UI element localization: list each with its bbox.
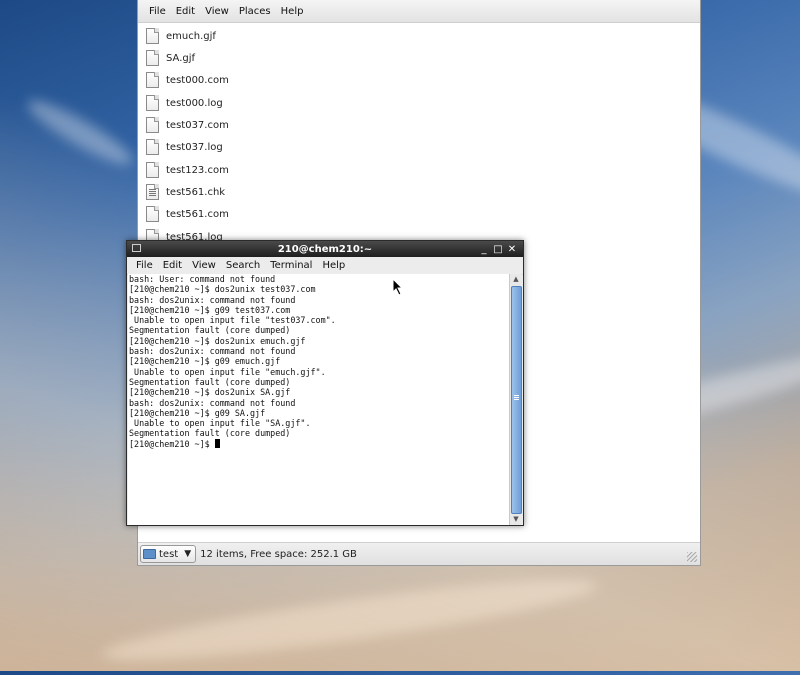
terminal-line: [210@chem210 ~]$ dos2unix SA.gjf bbox=[129, 387, 291, 398]
text-file-icon bbox=[146, 95, 159, 111]
terminal-line: [210@chem210 ~]$ g09 emuch.gjf bbox=[129, 356, 281, 367]
text-file-icon bbox=[146, 117, 159, 133]
close-button[interactable]: ✕ bbox=[505, 244, 519, 255]
terminal-prompt: [210@chem210 ~]$ bbox=[129, 438, 215, 449]
mouse-pointer-icon bbox=[392, 278, 404, 296]
terminal-output[interactable]: bash: User: command not found [210@chem2… bbox=[128, 274, 511, 525]
menu-file[interactable]: File bbox=[144, 6, 171, 17]
location-combo[interactable]: test ▼ bbox=[140, 545, 197, 563]
menu-file[interactable]: File bbox=[131, 260, 158, 271]
menu-terminal[interactable]: Terminal bbox=[265, 260, 317, 271]
file-item[interactable]: test037.log bbox=[146, 137, 223, 157]
file-name: test000.com bbox=[166, 74, 229, 86]
folder-icon bbox=[143, 549, 156, 559]
location-label: test bbox=[159, 548, 179, 560]
terminal-line: Unable to open input file "emuch.gjf". bbox=[129, 366, 326, 377]
terminal-line: bash: dos2unix: command not found bbox=[129, 397, 296, 408]
file-name: test561.chk bbox=[166, 186, 226, 198]
file-item[interactable]: test000.log bbox=[146, 93, 223, 113]
file-name: test123.com bbox=[166, 164, 229, 176]
file-name: emuch.gjf bbox=[166, 30, 216, 42]
status-text: 12 items, Free space: 252.1 GB bbox=[200, 548, 357, 560]
scroll-down-icon[interactable]: ▼ bbox=[510, 514, 522, 525]
menu-help[interactable]: Help bbox=[276, 6, 309, 17]
file-manager-statusbar: test ▼ 12 items, Free space: 252.1 GB bbox=[138, 542, 700, 565]
menu-places[interactable]: Places bbox=[234, 6, 276, 17]
terminal-line: [210@chem210 ~]$ dos2unix emuch.gjf bbox=[129, 335, 306, 346]
terminal-scrollbar[interactable]: ▲ ▼ bbox=[509, 274, 522, 525]
file-item[interactable]: emuch.gjf bbox=[146, 26, 216, 46]
file-name: test000.log bbox=[166, 97, 223, 109]
terminal-line: Unable to open input file "SA.gjf". bbox=[129, 418, 311, 429]
terminal-line: bash: dos2unix: command not found bbox=[129, 294, 296, 305]
scrollbar-thumb[interactable] bbox=[511, 286, 522, 514]
chevron-down-icon: ▼ bbox=[184, 549, 192, 559]
terminal-line: Segmentation fault (core dumped) bbox=[129, 325, 291, 336]
terminal-line: [210@chem210 ~]$ g09 test037.com bbox=[129, 304, 291, 315]
data-file-icon bbox=[146, 184, 159, 200]
menu-search[interactable]: Search bbox=[221, 260, 265, 271]
terminal-line: bash: User: command not found bbox=[129, 274, 276, 284]
text-file-icon bbox=[146, 139, 159, 155]
text-file-icon bbox=[146, 50, 159, 66]
scrollbar-grip-icon bbox=[514, 395, 519, 401]
text-file-icon bbox=[146, 72, 159, 88]
maximize-button[interactable]: □ bbox=[491, 244, 505, 255]
terminal-line: [210@chem210 ~]$ g09 SA.gjf bbox=[129, 407, 266, 418]
file-item[interactable]: test037.com bbox=[146, 115, 229, 135]
menu-view[interactable]: View bbox=[187, 260, 221, 271]
file-list: emuch.gjf SA.gjf test000.com test000.log… bbox=[138, 22, 700, 244]
wallpaper-streak bbox=[99, 565, 601, 675]
resize-grip-icon[interactable] bbox=[687, 552, 697, 562]
minimize-button[interactable]: _ bbox=[477, 244, 491, 255]
terminal-prompt-line: [210@chem210 ~]$ bbox=[128, 438, 511, 449]
terminal-titlebar[interactable]: 210@chem210:~ _ □ ✕ bbox=[127, 241, 523, 257]
file-item[interactable]: SA.gjf bbox=[146, 48, 195, 68]
terminal-line: bash: dos2unix: command not found bbox=[129, 346, 296, 357]
file-name: test037.log bbox=[166, 141, 223, 153]
terminal-line: Unable to open input file "test037.com". bbox=[129, 315, 336, 326]
scroll-up-icon[interactable]: ▲ bbox=[510, 274, 522, 285]
menu-edit[interactable]: Edit bbox=[171, 6, 200, 17]
wallpaper-streak bbox=[21, 91, 139, 174]
menu-view[interactable]: View bbox=[200, 6, 234, 17]
terminal-line: Segmentation fault (core dumped) bbox=[129, 376, 291, 387]
terminal-line: [210@chem210 ~]$ dos2unix test037.com bbox=[129, 284, 316, 295]
terminal-title: 210@chem210:~ bbox=[277, 243, 373, 255]
file-manager-menubar: File Edit View Places Help bbox=[138, 0, 700, 23]
text-file-icon bbox=[146, 206, 159, 222]
text-file-icon bbox=[146, 162, 159, 178]
terminal-line: Segmentation fault (core dumped) bbox=[129, 428, 291, 439]
file-name: SA.gjf bbox=[166, 52, 196, 64]
text-cursor bbox=[214, 438, 220, 448]
terminal-window: 210@chem210:~ _ □ ✕ File Edit View Searc… bbox=[126, 240, 524, 526]
menu-help[interactable]: Help bbox=[317, 260, 350, 271]
menu-edit[interactable]: Edit bbox=[158, 260, 187, 271]
file-item[interactable]: test123.com bbox=[146, 160, 229, 180]
file-item[interactable]: test561.com bbox=[146, 204, 229, 224]
terminal-menubar: File Edit View Search Terminal Help bbox=[127, 257, 523, 275]
text-file-icon bbox=[146, 28, 159, 44]
file-item[interactable]: test000.com bbox=[146, 70, 229, 90]
file-name: test037.com bbox=[166, 119, 229, 131]
file-item[interactable]: test561.chk bbox=[146, 182, 225, 202]
file-name: test561.com bbox=[166, 208, 229, 220]
